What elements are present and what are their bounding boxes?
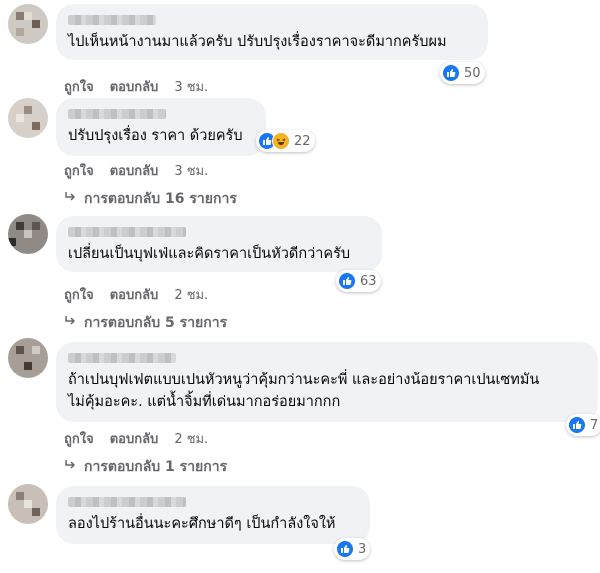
comment-text: ลองไปร้านอื่นนะคะศึกษาดีๆ เป็นกำลังใจให้ <box>68 516 336 532</box>
comment-text: ปรับปรุงเรื่อง ราคา ด้วยครับ <box>68 128 243 144</box>
view-replies-link[interactable]: การตอบกลับ 1 รายการ <box>64 456 227 478</box>
comment-text: ไปเห็นหน้างานมาแล้วครับ ปรับปรุงเรื่องรา… <box>68 34 447 50</box>
comment-bubble: ไปเห็นหน้างานมาแล้วครับ ปรับปรุงเรื่องรา… <box>56 4 488 60</box>
reaction-summary[interactable]: 63 <box>336 270 381 292</box>
like-button[interactable]: ถูกใจ <box>64 284 94 305</box>
comment-actions: ถูกใจ ตอบกลับ 2 ชม. <box>64 428 208 449</box>
comment-actions: ถูกใจ ตอบกลับ 2 ชม. <box>64 284 208 305</box>
blurred-author-name[interactable] <box>68 109 166 119</box>
reaction-count: 3 <box>358 541 367 557</box>
reply-button[interactable]: ตอบกลับ <box>110 76 159 97</box>
replies-label: การตอบกลับ 5 รายการ <box>84 315 228 331</box>
comment-bubble: ถ้าเปนบุฟเฟตแบบเปนหัวหนูว่าคุ้มกว่านะคะพ… <box>56 342 598 422</box>
reaction-summary[interactable]: 3 <box>334 538 371 560</box>
replies-label: การตอบกลับ 1 รายการ <box>84 459 228 475</box>
reply-button[interactable]: ตอบกลับ <box>110 284 159 305</box>
like-icon <box>442 64 460 82</box>
comment-actions: ถูกใจ ตอบกลับ 3 ชม. <box>64 76 208 97</box>
blurred-author-name[interactable] <box>68 227 186 237</box>
timestamp[interactable]: 2 ชม. <box>174 284 208 305</box>
reaction-summary[interactable]: 7 <box>566 414 600 436</box>
reaction-summary[interactable]: 50 <box>440 62 485 84</box>
reaction-count: 7 <box>590 417 599 433</box>
timestamp[interactable]: 3 ชม. <box>174 160 208 181</box>
reply-arrow-icon <box>64 315 76 331</box>
like-icon <box>568 416 586 434</box>
like-button[interactable]: ถูกใจ <box>64 428 94 449</box>
comment-text: ถ้าเปนบุฟเฟตแบบเปนหัวหนูว่าคุ้มกว่านะคะพ… <box>68 372 540 410</box>
avatar[interactable] <box>8 98 48 138</box>
like-button[interactable]: ถูกใจ <box>64 76 94 97</box>
reaction-count: 50 <box>464 65 481 81</box>
reply-arrow-icon <box>64 191 76 207</box>
like-button[interactable]: ถูกใจ <box>64 160 94 181</box>
reply-button[interactable]: ตอบกลับ <box>110 428 159 449</box>
view-replies-link[interactable]: การตอบกลับ 5 รายการ <box>64 312 227 334</box>
reply-arrow-icon <box>64 459 76 475</box>
comment-bubble: เปลี่ยนเป็นบุฟเฟ่และคิดราคาเป็นหัวดีกว่า… <box>56 216 382 272</box>
avatar[interactable] <box>8 484 48 524</box>
like-icon <box>336 540 354 558</box>
reply-button[interactable]: ตอบกลับ <box>110 160 159 181</box>
reaction-summary[interactable]: 22 <box>256 130 315 152</box>
comment-actions: ถูกใจ ตอบกลับ 3 ชม. <box>64 160 208 181</box>
comment-bubble: ปรับปรุงเรื่อง ราคา ด้วยครับ <box>56 98 266 156</box>
avatar[interactable] <box>8 338 48 378</box>
like-icon <box>338 272 356 290</box>
replies-label: การตอบกลับ 16 รายการ <box>84 191 237 207</box>
timestamp[interactable]: 3 ชม. <box>174 76 208 97</box>
reaction-count: 63 <box>360 273 377 289</box>
comment-bubble: ลองไปร้านอื่นนะคะศึกษาดีๆ เป็นกำลังใจให้ <box>56 486 370 544</box>
blurred-author-name[interactable] <box>68 497 186 507</box>
blurred-author-name[interactable] <box>68 15 156 25</box>
reaction-count: 22 <box>294 133 311 149</box>
blurred-author-name[interactable] <box>68 353 176 363</box>
comment-text: เปลี่ยนเป็นบุฟเฟ่และคิดราคาเป็นหัวดีกว่า… <box>68 246 351 262</box>
view-replies-link[interactable]: การตอบกลับ 16 รายการ <box>64 188 237 210</box>
timestamp[interactable]: 2 ชม. <box>174 428 208 449</box>
avatar[interactable] <box>8 214 48 254</box>
haha-icon <box>272 132 290 150</box>
avatar[interactable] <box>8 4 48 44</box>
